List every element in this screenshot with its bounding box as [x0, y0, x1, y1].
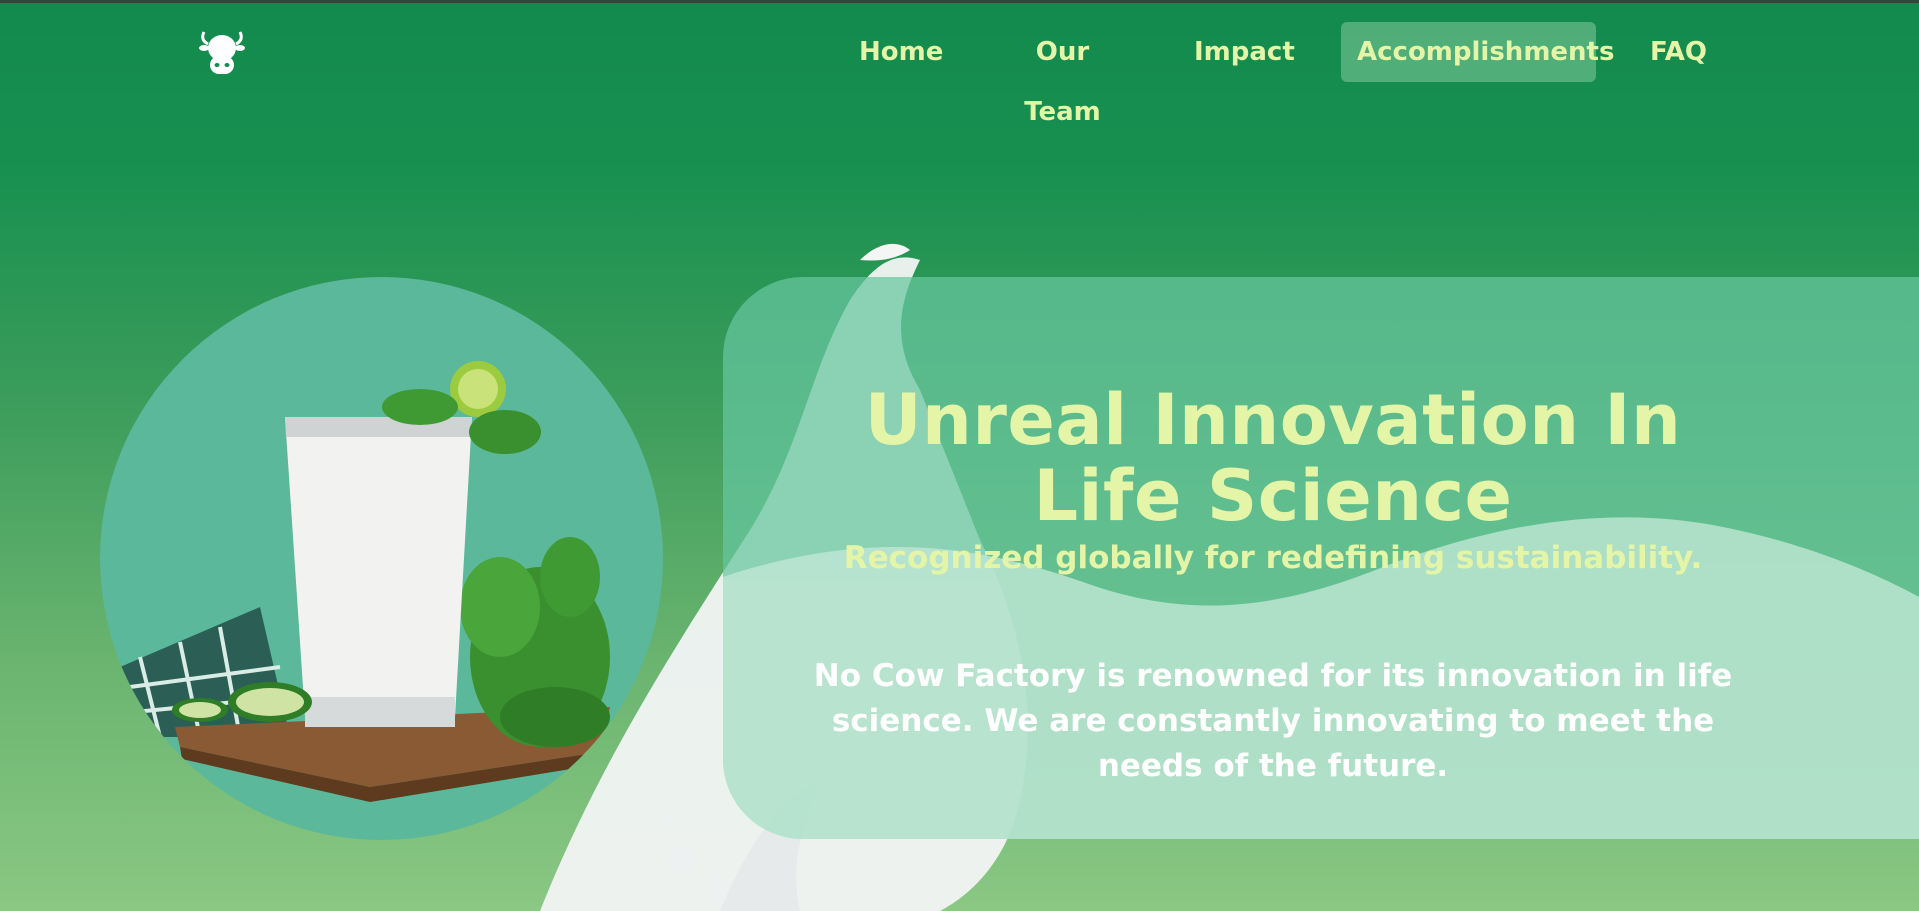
nav-accomplishments[interactable]: Accomplishments [1341, 22, 1614, 82]
hero-subtitle: Recognized globally for redefining susta… [843, 540, 1703, 576]
nav-our-team[interactable]: Our Team [985, 22, 1140, 127]
top-border [0, 0, 1919, 3]
milk-glass-image [120, 361, 610, 802]
nav-home[interactable]: Home [843, 22, 947, 82]
hero-description: No Cow Factory is renowned for its innov… [813, 658, 1733, 784]
nav-impact[interactable]: Impact [1178, 22, 1303, 82]
hero-title: Unreal Innovation In Life Science [864, 378, 1682, 537]
hero-card: Unreal Innovation In Life Science Recogn… [723, 277, 1919, 839]
main-nav: Home Our Team Impact Accomplishments FAQ [0, 22, 1919, 127]
product-circle [100, 277, 663, 840]
nav-faq[interactable]: FAQ [1634, 22, 1720, 82]
